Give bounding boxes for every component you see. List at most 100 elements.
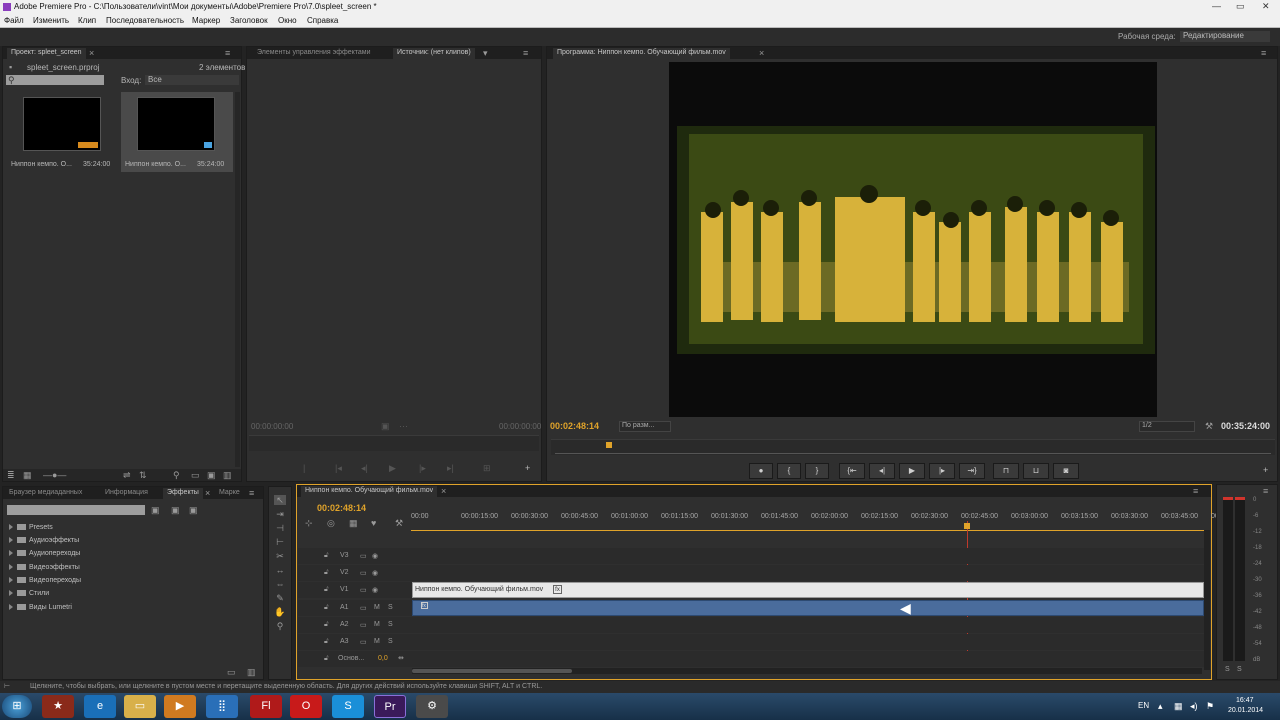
play-icon[interactable]: ▶ — [389, 463, 396, 473]
menu-window[interactable]: Окно — [278, 16, 297, 25]
panel-menu-icon[interactable]: ≡ — [1261, 48, 1266, 58]
timeline-hscrollbar[interactable] — [412, 668, 1202, 674]
tab-source[interactable]: Источник: (нет клипов) — [393, 48, 475, 59]
toggle-output-icon[interactable]: ▭ — [360, 569, 367, 577]
scrollbar-thumb[interactable] — [412, 669, 572, 673]
add-marker-button[interactable]: ● — [749, 463, 773, 479]
slip-tool-icon[interactable]: ⇔ — [274, 579, 286, 589]
go-to-end-icon[interactable]: ⇹ — [398, 654, 404, 662]
lock-icon[interactable]: 🔓︎ — [324, 604, 329, 612]
solo-button[interactable]: S — [388, 604, 393, 611]
expand-icon[interactable] — [9, 564, 13, 571]
accelerated-effects-icon[interactable]: ▣ — [151, 505, 160, 515]
effects-search-input[interactable] — [7, 505, 145, 515]
export-frame-button[interactable]: ◙ — [1053, 463, 1079, 479]
search-input[interactable] — [6, 75, 104, 85]
eye-icon[interactable]: ◉ — [372, 586, 378, 594]
new-item-icon[interactable]: ▣ — [207, 470, 216, 480]
solo-left-button[interactable]: S — [1225, 665, 1230, 675]
workspace-select[interactable]: Редактирование — [1180, 31, 1270, 42]
project-scrollbar[interactable] — [235, 92, 240, 467]
volume-icon[interactable]: ◂) — [1190, 701, 1198, 711]
settings-wrench-icon[interactable]: ⚒ — [1205, 421, 1213, 431]
tree-item-lumetri[interactable]: Виды Lumetri — [9, 604, 72, 611]
playhead-handle[interactable] — [964, 523, 970, 529]
find-icon[interactable]: ⚲ — [173, 470, 180, 480]
add-button-icon[interactable]: + — [525, 463, 530, 473]
play-button[interactable]: ▶ — [899, 463, 925, 479]
clock-date[interactable]: 20.01.2014 — [1228, 707, 1263, 714]
expand-icon[interactable] — [9, 550, 13, 557]
panel-menu-icon[interactable]: ≡ — [1193, 486, 1198, 496]
flag-icon[interactable]: ⚑ — [1206, 701, 1214, 711]
toggle-output-icon[interactable]: ▭ — [360, 586, 367, 594]
clip-item-1[interactable]: Ниппон кемпо. О... 35:24:00 — [7, 92, 117, 172]
tab-sequence[interactable]: Ниппон кемпо. Обучающий фильм.mov — [301, 486, 438, 497]
tree-item-styles[interactable]: Стили — [9, 590, 49, 597]
solo-button[interactable]: S — [388, 638, 393, 645]
rate-stretch-tool-icon[interactable]: ↔ — [274, 565, 286, 575]
taskbar-app-opera[interactable]: O — [290, 695, 322, 718]
hand-tool-icon[interactable]: ✋ — [274, 607, 286, 617]
expand-icon[interactable] — [9, 537, 13, 544]
tab-effect-controls[interactable]: Элементы управления эффектами — [253, 48, 375, 59]
network-icon[interactable]: ▦ — [1174, 701, 1183, 711]
expand-icon[interactable] — [9, 590, 13, 597]
zoom-slider[interactable]: —●— — [43, 470, 66, 480]
source-timecode-in[interactable]: 00:00:00:00 — [251, 422, 293, 431]
lock-icon[interactable]: 🔓︎ — [324, 569, 329, 577]
taskbar-app-premiere[interactable]: Pr — [374, 695, 406, 718]
expand-icon[interactable] — [9, 604, 13, 611]
start-button[interactable]: ⊞ — [2, 695, 32, 718]
source-wrench-icon[interactable]: ⋯ — [399, 421, 408, 431]
marker-icon[interactable]: ♥ — [371, 518, 376, 528]
lock-icon[interactable]: 🔓︎ — [324, 621, 329, 629]
tree-item-audio-transitions[interactable]: Аудиопереходы — [9, 550, 80, 557]
zoom-tool-icon[interactable]: ⚲ — [274, 621, 286, 631]
expand-icon[interactable] — [9, 524, 13, 531]
eye-icon[interactable]: ◉ — [372, 552, 378, 560]
tree-item-presets[interactable]: Presets — [9, 524, 53, 531]
close-button[interactable]: ✕ — [1262, 1, 1270, 12]
new-bin-icon[interactable]: ▭ — [191, 470, 200, 480]
video-clip[interactable]: Ниппон кемпо. Обучающий фильм.mov fx — [412, 582, 1204, 598]
time-ruler[interactable]: 00:00 00:00:15:00 00:00:30:00 00:00:45:00 00… — [411, 511, 1225, 531]
toggle-output-icon[interactable]: ▭ — [360, 638, 367, 646]
32bit-effects-icon[interactable]: ▣ — [171, 505, 180, 515]
play-back-icon[interactable]: ◂| — [361, 463, 368, 473]
tree-item-video-transitions[interactable]: Видеопереходы — [9, 577, 81, 584]
track-a2[interactable]: 🔓︎ A2 ▭ M S — [298, 617, 1204, 633]
keyboard-language[interactable]: EN — [1138, 701, 1149, 710]
menu-clip[interactable]: Клип — [78, 16, 96, 25]
new-bin-icon[interactable]: ▭ — [227, 667, 236, 677]
menu-title[interactable]: Заголовок — [230, 16, 268, 25]
mute-button[interactable]: M — [374, 604, 380, 611]
taskbar-app-ie[interactable]: e — [84, 695, 116, 718]
add-marker-icon[interactable]: ▦ — [349, 518, 358, 528]
add-button-icon[interactable]: + — [1263, 465, 1268, 475]
tab-effects[interactable]: Эффекты — [163, 488, 203, 499]
playhead-marker[interactable] — [606, 442, 612, 448]
mark-in-icon[interactable]: | — [303, 463, 305, 473]
program-quality-select[interactable]: 1/2 — [1139, 421, 1195, 432]
snap-icon[interactable]: ⊹ — [305, 518, 313, 528]
lock-icon[interactable]: 🔓︎ — [324, 552, 329, 560]
timeline-settings-icon[interactable]: ⚒ — [395, 518, 403, 528]
step-forward-icon[interactable]: |▸ — [419, 463, 426, 473]
menu-sequence[interactable]: Последовательность — [106, 16, 184, 25]
minimize-button[interactable]: — — [1212, 1, 1221, 11]
toggle-output-icon[interactable]: ▭ — [360, 604, 367, 612]
automate-icon[interactable]: ⇌ — [123, 470, 131, 480]
audio-clip[interactable]: fx — [412, 600, 1204, 616]
tab-markers[interactable]: Марке — [215, 488, 244, 499]
close-icon[interactable]: × — [89, 48, 94, 58]
pen-tool-icon[interactable]: ✎ — [274, 593, 286, 603]
menu-help[interactable]: Справка — [307, 16, 338, 25]
menu-marker[interactable]: Маркер — [192, 16, 220, 25]
mark-out-button[interactable]: } — [805, 463, 829, 479]
input-filter-select[interactable]: Все — [145, 75, 239, 85]
solo-right-button[interactable]: S — [1237, 665, 1242, 675]
source-settings-icon[interactable]: ▣ — [381, 421, 390, 431]
taskbar-app-media[interactable]: ▶ — [164, 695, 196, 718]
delete-icon[interactable]: ▥ — [223, 470, 232, 480]
